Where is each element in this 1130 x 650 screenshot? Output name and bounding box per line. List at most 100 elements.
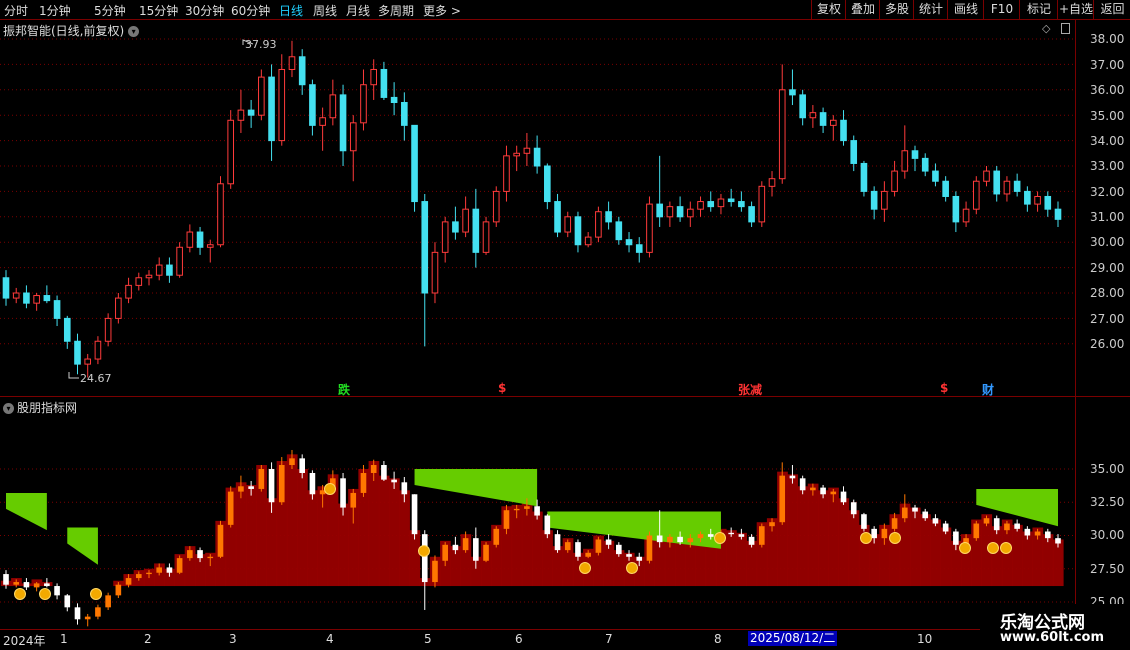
statistics-button[interactable]: 统计 bbox=[913, 0, 948, 19]
indicator-body bbox=[646, 535, 653, 561]
indicator-dropdown-icon[interactable]: ▾ bbox=[3, 403, 14, 414]
indicator-body bbox=[74, 607, 81, 620]
tab-daily[interactable]: 日线 bbox=[279, 2, 303, 19]
candle-body bbox=[666, 206, 674, 218]
signal-marker: 财 bbox=[982, 383, 995, 397]
tab-60min[interactable]: 60分钟 bbox=[231, 2, 270, 19]
candle-body bbox=[574, 216, 582, 246]
indicator-body bbox=[227, 491, 234, 525]
candle-body bbox=[993, 170, 1001, 195]
indicator-body bbox=[187, 550, 193, 559]
indicator-body bbox=[360, 472, 367, 493]
panel-toggle-icon[interactable] bbox=[1061, 23, 1070, 34]
indicator-body bbox=[452, 544, 459, 551]
indicator-name[interactable]: 股朋指标网 bbox=[17, 401, 77, 415]
candle-body bbox=[411, 124, 418, 203]
candle-body bbox=[1044, 195, 1052, 210]
indicator-body bbox=[309, 472, 316, 495]
indicator-body bbox=[146, 572, 152, 575]
money-bag-icon bbox=[626, 562, 638, 574]
tab-multi-period[interactable]: 多周期 bbox=[378, 2, 414, 19]
overlay-button[interactable]: 叠加 bbox=[845, 0, 880, 19]
money-bag-icon bbox=[14, 588, 26, 600]
indicator-body bbox=[289, 458, 295, 466]
candle-body bbox=[983, 170, 990, 182]
dropdown-circle-icon[interactable]: ▾ bbox=[128, 26, 140, 37]
candle-body bbox=[206, 244, 214, 248]
candle-body bbox=[2, 277, 10, 299]
candle-body bbox=[329, 94, 337, 119]
indicator-body bbox=[616, 544, 622, 555]
indicator-body bbox=[656, 535, 663, 543]
candle-body bbox=[615, 221, 623, 241]
candle-body bbox=[738, 201, 745, 208]
indicator-title: ▾ 股朋指标网 bbox=[3, 399, 77, 416]
draw-line-button[interactable]: 画线 bbox=[947, 0, 984, 19]
indicator-body bbox=[483, 544, 489, 561]
money-bag-icon bbox=[1000, 542, 1012, 554]
indicator-red-fill bbox=[1022, 531, 1033, 587]
chart-title: 振邦智能(日线,前复权) ▾ bbox=[3, 22, 140, 39]
indicator-body bbox=[697, 534, 704, 539]
candle-body bbox=[789, 89, 796, 96]
tab-30min[interactable]: 30分钟 bbox=[185, 2, 224, 19]
indicator-red-fill bbox=[307, 490, 319, 587]
candle-body bbox=[441, 221, 449, 253]
f10-button[interactable]: F10 bbox=[983, 0, 1020, 19]
tab-1min[interactable]: 1分钟 bbox=[39, 2, 71, 19]
back-button[interactable]: 返回 bbox=[1093, 0, 1130, 19]
y-tick: 33.00 bbox=[1090, 159, 1125, 173]
indicator-body bbox=[534, 506, 540, 516]
tab-5min[interactable]: 5分钟 bbox=[94, 2, 126, 19]
candle-body bbox=[63, 317, 71, 342]
x-tick: 4 bbox=[326, 632, 334, 646]
price-candles[interactable] bbox=[2, 40, 1062, 378]
indicator-body bbox=[953, 531, 959, 545]
candle-body bbox=[901, 150, 909, 172]
candle-body bbox=[707, 201, 715, 208]
candle-body bbox=[176, 246, 183, 276]
indicator-body bbox=[758, 526, 765, 545]
candle-body bbox=[84, 358, 92, 365]
candle-body bbox=[196, 231, 204, 248]
indicator-body bbox=[135, 574, 142, 579]
indicator-body bbox=[84, 616, 91, 620]
indicator-body bbox=[799, 478, 806, 491]
indicator-body bbox=[13, 582, 20, 585]
indicator-body bbox=[207, 556, 214, 559]
tab-weekly[interactable]: 周线 bbox=[313, 2, 337, 19]
indicator-red-fill bbox=[817, 490, 829, 587]
candle-body bbox=[452, 221, 459, 233]
tab-fenshi[interactable]: 分时 bbox=[4, 2, 28, 19]
x-tick: 10 bbox=[917, 632, 933, 646]
money-bag-icon bbox=[714, 532, 726, 544]
y-tick: 38.00 bbox=[1090, 32, 1125, 46]
add-watchlist-button[interactable]: +自选 bbox=[1057, 0, 1094, 19]
money-bag-icon bbox=[860, 532, 872, 544]
indicator-green-fill bbox=[6, 492, 47, 531]
indicator-body bbox=[391, 479, 397, 483]
tab-monthly[interactable]: 月线 bbox=[346, 2, 370, 19]
restore-rights-button[interactable]: 复权 bbox=[811, 0, 846, 19]
candle-body bbox=[390, 96, 398, 103]
tab-15min[interactable]: 15分钟 bbox=[139, 2, 178, 19]
indicator-body bbox=[3, 574, 9, 585]
y-tick: 35.00 bbox=[1090, 109, 1125, 123]
indicator-body bbox=[605, 539, 612, 545]
diamond-icon[interactable]: ◇ bbox=[1042, 23, 1052, 34]
multi-stock-button[interactable]: 多股 bbox=[879, 0, 914, 19]
x-tick: 6 bbox=[515, 632, 523, 646]
candle-body bbox=[656, 203, 663, 218]
candle-body bbox=[544, 165, 551, 203]
indicator-red-fill bbox=[297, 469, 308, 587]
y-tick: 28.00 bbox=[1090, 286, 1125, 300]
indicator-red-fill bbox=[746, 540, 758, 587]
x-tick: 2024年 bbox=[3, 634, 46, 648]
mark-button[interactable]: 标记 bbox=[1019, 0, 1058, 19]
candle-body bbox=[809, 112, 817, 119]
tab-more[interactable]: 更多 > bbox=[423, 2, 461, 19]
y-tick: 30.00 bbox=[1090, 235, 1125, 249]
indicator-body bbox=[238, 486, 244, 492]
period-toolbar: 分时 1分钟 5分钟 15分钟 30分钟 60分钟 日线 周线 月线 多周期 更… bbox=[0, 0, 1130, 20]
x-axis-divider bbox=[0, 629, 1130, 630]
